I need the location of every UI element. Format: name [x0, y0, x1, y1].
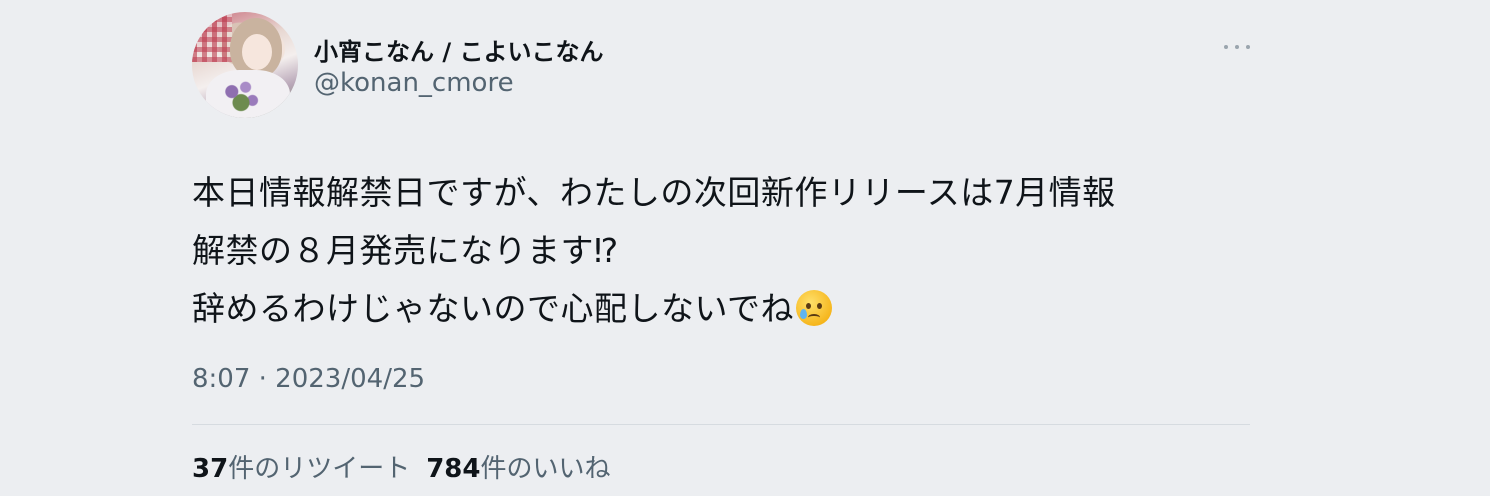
tweet-stats: 37件のリツイート 784件のいいね: [192, 448, 611, 485]
more-options-icon[interactable]: [1224, 34, 1250, 60]
author-handle[interactable]: @konan_cmore: [314, 68, 514, 98]
author-name[interactable]: 小宵こなん / こよいこなん: [314, 32, 603, 67]
like-stat[interactable]: 784件のいいね: [426, 448, 610, 485]
divider: [192, 424, 1250, 425]
avatar-background: [192, 12, 232, 62]
more-dot: [1235, 45, 1239, 49]
retweet-stat[interactable]: 37件のリツイート: [192, 448, 410, 485]
like-label: 件のいいね: [480, 454, 611, 484]
tweet-text: 本日情報解禁日ですが、わたしの次回新作リリースは7月情報 解禁の８月発売になりま…: [192, 164, 1250, 338]
more-dot: [1246, 45, 1250, 49]
avatar-flowers: [218, 74, 264, 118]
tweet-timestamp[interactable]: 8:07 · 2023/04/25: [192, 364, 425, 394]
avatar[interactable]: [192, 12, 298, 118]
tear-icon: [800, 309, 808, 319]
tweet-text-line: 解禁の８月発売になります⁉︎: [192, 231, 619, 270]
tweet-text-line: 本日情報解禁日ですが、わたしの次回新作リリースは7月情報: [192, 173, 1116, 212]
avatar-face: [242, 34, 272, 70]
emoji-mouth: [808, 314, 821, 321]
crying-face-emoji-icon: [796, 290, 833, 326]
more-dot: [1224, 45, 1228, 49]
retweet-count: 37: [192, 454, 229, 484]
tweet-card: 小宵こなん / こよいこなん @konan_cmore 本日情報解禁日ですが、わ…: [192, 12, 1250, 496]
tweet-text-line: 辞めるわけじゃないので心配しないでね: [192, 289, 795, 328]
retweet-label: 件のリツイート: [228, 454, 411, 484]
like-count: 784: [426, 454, 481, 484]
